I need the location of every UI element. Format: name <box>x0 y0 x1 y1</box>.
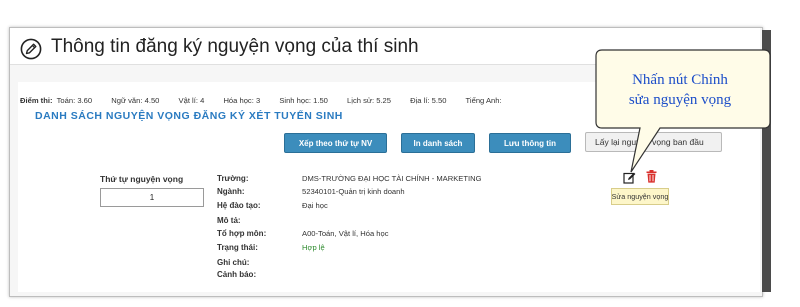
school-value: DMS-TRƯỜNG ĐẠI HỌC TÀI CHÍNH - MARKETING <box>302 174 482 183</box>
description-label: Mô tả: <box>217 216 241 225</box>
score-subject: Sinh học: <box>279 96 311 105</box>
edit-tooltip: Sửa nguyện vọng <box>611 188 669 205</box>
subject-combo-value: A00-Toán, Vật lí, Hóa học <box>302 229 389 238</box>
exam-scores: Điểm thi: Toán: 3.60 Ngữ văn: 4.50 Vật l… <box>20 96 504 105</box>
score-value: 4 <box>200 96 205 105</box>
score-value: 3.60 <box>77 96 93 105</box>
callout-line-1: Nhấn nút Chỉnh <box>632 72 728 88</box>
page-title: Thông tin đăng ký nguyện vọng của thí si… <box>51 36 419 57</box>
order-label: Thứ tự nguyện vọng <box>100 174 184 184</box>
training-system-label: Hệ đào tạo: <box>217 201 261 210</box>
status-value: Hợp lệ <box>302 243 325 252</box>
subject-combo-label: Tổ hợp môn: <box>217 229 267 238</box>
wish-list-title: DANH SÁCH NGUYỆN VỌNG ĐĂNG KÝ XÉT TUYỂN … <box>35 110 343 122</box>
score-value: 4.50 <box>144 96 160 105</box>
score-value: 1.50 <box>313 96 328 105</box>
save-info-button[interactable]: Lưu thông tin <box>489 133 571 153</box>
score-value: 5.50 <box>431 96 447 105</box>
scores-label: Điểm thi: <box>20 96 53 105</box>
score-subject: Hóa học: <box>223 96 254 105</box>
order-input[interactable]: 1 <box>100 188 204 207</box>
print-list-button[interactable]: In danh sách <box>401 133 475 153</box>
callout-bubble <box>595 49 771 173</box>
edit-circle-icon <box>20 38 42 60</box>
major-value: 52340101-Quản trị kinh doanh <box>302 187 405 196</box>
score-value: 5.25 <box>376 96 391 105</box>
callout-line-2: sửa nguyện vọng <box>628 92 732 108</box>
sort-by-order-button[interactable]: Xếp theo thứ tự NV <box>284 133 387 153</box>
score-value: 3 <box>255 96 261 105</box>
score-subject: Toán: <box>56 96 76 105</box>
score-subject: Ngữ văn: <box>111 96 143 105</box>
callout-text: Nhấn nút Chỉnh sửa nguyện vọng <box>604 70 756 110</box>
note-label: Ghi chú: <box>217 258 250 267</box>
score-subject: Tiếng Anh: <box>465 96 502 105</box>
training-system-value: Đại học <box>302 201 328 210</box>
warning-label: Cảnh báo: <box>217 270 257 279</box>
major-label: Ngành: <box>217 187 245 196</box>
score-subject: Địa lí: <box>410 96 430 105</box>
status-label: Trạng thái: <box>217 243 258 252</box>
score-subject: Lịch sử: <box>347 96 375 105</box>
school-label: Trường: <box>217 174 249 183</box>
score-subject: Vật lí: <box>178 96 198 105</box>
